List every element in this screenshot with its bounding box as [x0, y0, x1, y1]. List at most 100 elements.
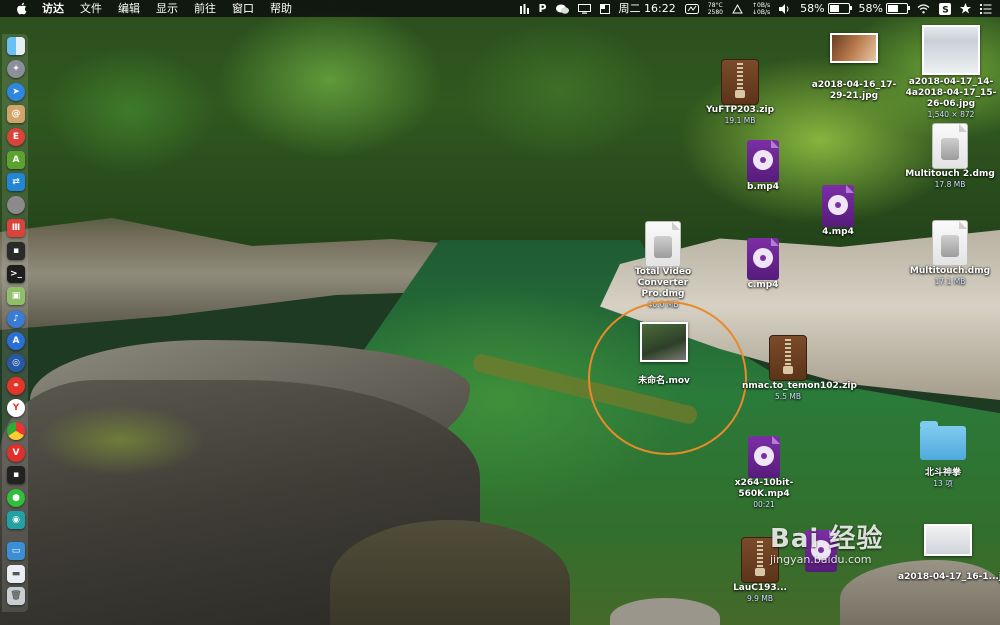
yandex-icon[interactable]: Y: [7, 399, 25, 417]
desktop-item-image[interactable]: a2018-04-17_16-1...jpg: [898, 524, 1000, 583]
net-up-value: ↑0B/s: [751, 1, 771, 9]
desktop-item-image[interactable]: a2018-04-16_17-29-21.jpg: [808, 33, 900, 102]
disk-image-icon: [645, 221, 681, 267]
safari-icon[interactable]: ➤: [7, 83, 25, 101]
menu-app-name[interactable]: 访达: [42, 0, 64, 17]
menu-view[interactable]: 显示: [156, 0, 178, 17]
file-name: LauC193...: [733, 583, 787, 593]
battery-status-2[interactable]: 58%: [859, 0, 910, 17]
disk-image-icon: [932, 123, 968, 169]
image-thumbnail-icon: [830, 33, 878, 63]
wechat-icon[interactable]: ●: [7, 489, 25, 507]
finder-icon[interactable]: [7, 37, 25, 55]
weibo-icon[interactable]: ⚭: [7, 377, 25, 395]
zip-archive-icon: [769, 335, 807, 381]
watermark-logo: Bai 经验: [770, 524, 884, 554]
svg-text:S: S: [942, 5, 948, 15]
menu-go[interactable]: 前往: [194, 0, 216, 17]
desktop-item-video[interactable]: c.mp4: [726, 238, 800, 291]
status-bars-icon[interactable]: [520, 3, 530, 14]
file-name: YuFTP203.zip: [705, 105, 775, 115]
app-s-icon[interactable]: S: [939, 2, 951, 15]
desktop-item-zip[interactable]: nmac.to_temon102.zip 5.5 MB: [742, 335, 857, 401]
contacts-icon[interactable]: @: [7, 105, 25, 123]
video-file-icon: [747, 140, 779, 182]
blue-app-icon[interactable]: ◎: [7, 354, 25, 372]
apple-menu-icon[interactable]: [14, 2, 28, 16]
gray-app-icon[interactable]: [7, 196, 25, 214]
network-speed[interactable]: ↑0B/s ↓0B/s: [752, 2, 770, 16]
desktop-item-image[interactable]: a2018-04-17_14-4a2018-04-17_15-26-06.jpg…: [904, 25, 998, 119]
terminal-3-icon[interactable]: ▪: [7, 466, 25, 484]
screen-share-icon[interactable]: ▭: [7, 542, 25, 560]
desktop-item-video[interactable]: 4.mp4: [801, 185, 875, 238]
fan-rpm-value: 2580: [707, 8, 723, 16]
file-size: 5.5 MB: [775, 392, 801, 401]
status-area: P 周二 16:22 78°C 2580 ↑0B/s ↓0B/s 58% 58%…: [520, 0, 1000, 17]
preview-icon[interactable]: ▣: [7, 287, 25, 305]
pin-icon[interactable]: P: [538, 0, 546, 17]
file-size: 17.1 MB: [934, 277, 966, 286]
terminal-2-icon[interactable]: >_: [7, 265, 25, 283]
notification-center-icon[interactable]: [980, 3, 992, 14]
teal-app-icon[interactable]: ◉: [7, 511, 25, 529]
watermark-url: jingyan.baidu.com: [770, 553, 872, 566]
desktop-item-video[interactable]: x264-10bit-560K.mp4 00:21: [718, 436, 810, 509]
teamviewer-icon[interactable]: ⇄: [7, 173, 25, 191]
file-name: Multitouch 2.dmg: [905, 169, 995, 179]
display-icon[interactable]: [577, 3, 591, 14]
battery-status-1[interactable]: 58%: [800, 0, 852, 17]
volume-icon[interactable]: [779, 3, 791, 14]
terminal-icon[interactable]: ▪: [7, 242, 25, 260]
app-store-icon[interactable]: A: [7, 332, 25, 350]
network-icon[interactable]: [732, 3, 743, 14]
net-down-value: ↓0B/s: [751, 8, 771, 16]
vivaldi-icon[interactable]: V: [7, 444, 25, 462]
battery-1-icon: [827, 3, 852, 14]
menu-window[interactable]: 窗口: [232, 0, 254, 17]
file-name: b.mp4: [747, 182, 779, 192]
desktop-folder-icon[interactable]: ▬: [7, 565, 25, 583]
battery-percent-1: 58%: [800, 2, 825, 15]
menu-edit[interactable]: 编辑: [118, 0, 140, 17]
file-name: nmac.to_temon102.zip: [742, 381, 857, 391]
folder-icon: [920, 421, 966, 460]
desktop-item-dmg[interactable]: Multitouch.dmg 17.1 MB: [900, 220, 1000, 286]
android-studio-icon[interactable]: A: [7, 151, 25, 169]
folder-item-count: 13 项: [933, 479, 953, 488]
menu-help[interactable]: 帮助: [270, 0, 292, 17]
menu-file[interactable]: 文件: [80, 0, 102, 17]
red-app-icon[interactable]: E: [7, 128, 25, 146]
chrome-icon[interactable]: [7, 422, 25, 440]
desktop-item-video[interactable]: b.mp4: [726, 140, 800, 193]
file-size: 19.1 MB: [724, 116, 756, 125]
trash-icon[interactable]: 🗑: [7, 587, 25, 605]
zip-archive-icon: [721, 59, 759, 105]
menu-bar: 访达 文件 编辑 显示 前往 窗口 帮助 P 周二 16:22 78°C 258…: [0, 0, 1000, 17]
temperature-readout[interactable]: 78°C 2580: [708, 2, 723, 16]
desktop-item-folder[interactable]: 北斗神拳 13 项: [903, 420, 983, 488]
wifi-icon[interactable]: [917, 3, 930, 14]
launchpad-icon[interactable]: ✦: [7, 60, 25, 78]
file-name: a2018-04-16_17-29-21.jpg: [811, 80, 897, 101]
window-layout-icon[interactable]: [599, 3, 610, 14]
siri-icon[interactable]: ♪: [7, 310, 25, 328]
desktop-item-zip[interactable]: YuFTP203.zip 19.1 MB: [700, 59, 780, 125]
file-name: 4.mp4: [822, 227, 854, 237]
file-name: Multitouch.dmg: [909, 266, 991, 276]
baidu-watermark: Bai 经验 jingyan.baidu.com: [770, 518, 883, 566]
desktop-item-dmg[interactable]: Total Video Converter Pro.dmg 40.0 MB: [616, 221, 710, 309]
temperature-value: 78°C: [707, 1, 723, 9]
red-app-2-icon[interactable]: Ⅲ: [7, 219, 25, 237]
disk-image-icon: [932, 220, 968, 266]
file-size: 17.8 MB: [934, 180, 966, 189]
video-duration: 00:21: [753, 500, 775, 509]
clock[interactable]: 周二 16:22: [619, 0, 676, 17]
highlight-circle: [588, 301, 747, 455]
video-file-icon: [748, 436, 780, 478]
desktop-item-dmg[interactable]: Multitouch 2.dmg 17.8 MB: [900, 123, 1000, 189]
star-icon[interactable]: [960, 3, 971, 14]
wechat-status-icon[interactable]: [555, 4, 569, 14]
dock: ✦ ➤ @ E A ⇄ Ⅲ ▪ >_ ▣ ♪ A ◎ ⚭ Y V ▪ ● ◉ ▭…: [2, 34, 28, 612]
cpu-monitor-icon[interactable]: [684, 3, 699, 14]
